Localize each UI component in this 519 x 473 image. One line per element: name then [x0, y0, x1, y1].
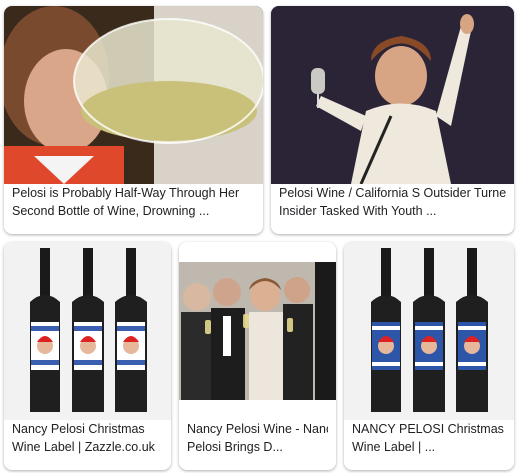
result-thumbnail[interactable] [271, 6, 514, 184]
image-result-2[interactable]: Pelosi Wine / California S Outsider Turn… [271, 6, 514, 234]
woman-drinking-wine-image [4, 6, 263, 184]
result-title-line-2[interactable]: Insider Tasked With Youth ... [279, 202, 506, 220]
result-thumbnail[interactable] [344, 242, 514, 420]
result-title-line-1[interactable]: Nancy Pelosi Wine - Nancy [187, 420, 328, 438]
result-thumbnail[interactable] [4, 242, 171, 420]
result-thumbnail[interactable] [179, 262, 336, 420]
result-title-line-2[interactable]: Wine Label | ... [352, 438, 506, 456]
woman-toasting-image [271, 6, 514, 184]
result-thumbnail[interactable] [4, 6, 263, 184]
result-title-line-1[interactable]: Nancy Pelosi Christmas [12, 420, 163, 438]
result-title-line-1[interactable]: NANCY PELOSI Christmas [352, 420, 506, 438]
image-result-1[interactable]: Pelosi is Probably Half-Way Through Her … [4, 6, 263, 234]
result-title-line-2[interactable]: Second Bottle of Wine, Drowning ... [12, 202, 255, 220]
result-title-line-1[interactable]: Pelosi is Probably Half-Way Through Her [12, 184, 255, 202]
result-title-line-2[interactable]: Pelosi Brings D... [187, 438, 328, 456]
result-title-line-2[interactable]: Wine Label | Zazzle.co.uk [12, 438, 163, 456]
image-result-5[interactable]: NANCY PELOSI Christmas Wine Label | ... [344, 242, 514, 470]
result-title-line-1[interactable]: Pelosi Wine / California S Outsider Turn… [279, 184, 506, 202]
image-result-3[interactable]: Nancy Pelosi Christmas Wine Label | Zazz… [4, 242, 171, 470]
wine-bottles-image [344, 242, 514, 420]
group-toasting-image [179, 262, 336, 400]
image-result-4[interactable]: Nancy Pelosi Wine - Nancy Pelosi Brings … [179, 242, 336, 470]
wine-bottles-image [4, 242, 171, 420]
